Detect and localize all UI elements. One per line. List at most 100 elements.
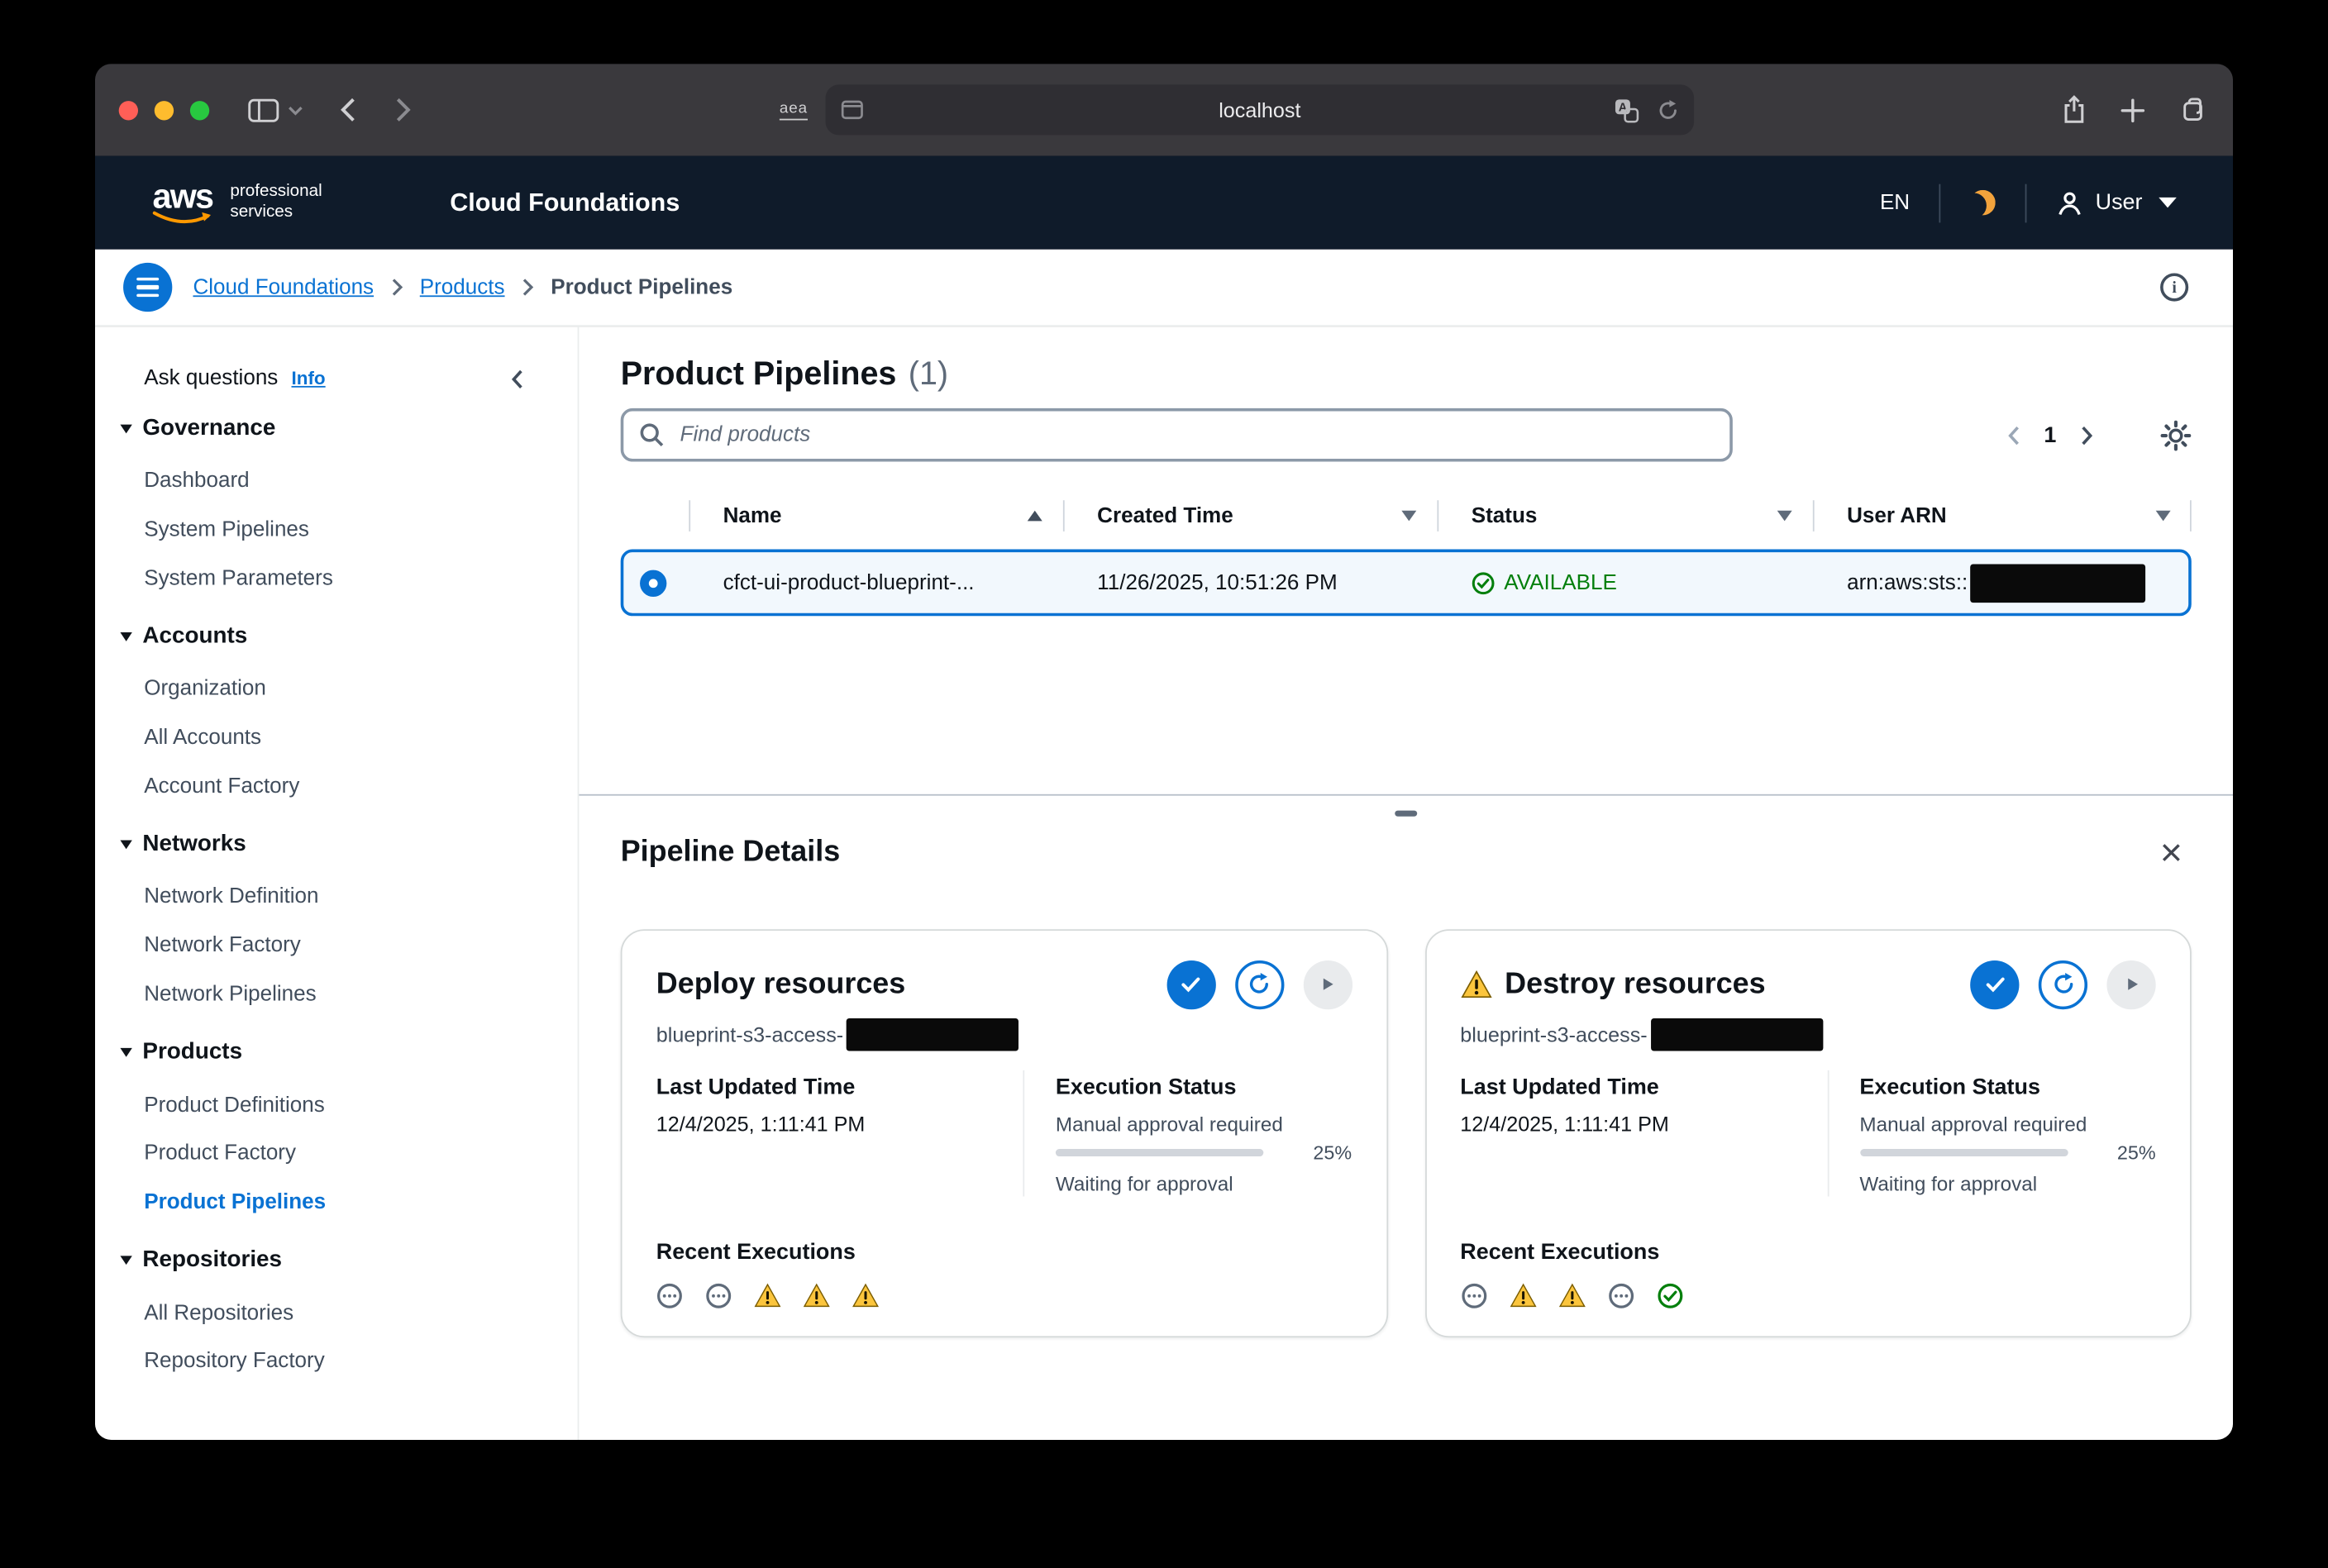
sidebar-section-header-accounts[interactable]: Accounts — [120, 608, 577, 665]
user-label: User — [2096, 190, 2143, 216]
sidebar-item-network-definition[interactable]: Network Definition — [144, 873, 577, 922]
next-page-button[interactable] — [2080, 424, 2095, 446]
previous-page-button[interactable] — [2006, 424, 2020, 446]
chevron-right-icon — [521, 278, 534, 297]
sidebar-item-repository-factory[interactable]: Repository Factory — [144, 1337, 577, 1386]
triangle-down-icon — [120, 841, 131, 850]
execution-status-label: Execution Status — [1859, 1070, 2155, 1103]
table-header-status[interactable]: Status — [1437, 490, 1812, 542]
dark-mode-toggle-moon-icon[interactable] — [1971, 190, 1996, 216]
sidebar-item-account-factory[interactable]: Account Factory — [144, 762, 577, 811]
play-icon — [1317, 974, 1338, 994]
sidebar-item-network-pipelines[interactable]: Network Pipelines — [144, 970, 577, 1019]
execution-status-value: Manual approval required — [1056, 1110, 1352, 1137]
aws-logo[interactable]: aws — [151, 180, 213, 225]
info-icon: i — [2160, 273, 2188, 301]
header-divider — [2025, 183, 2027, 222]
close-window-button[interactable] — [119, 100, 138, 119]
sidebar-chevron-down-icon[interactable] — [288, 105, 303, 116]
table-header-created-time[interactable]: Created Time — [1063, 490, 1438, 542]
reload-icon[interactable] — [1657, 98, 1679, 121]
recent-executions-icons[interactable] — [1460, 1283, 2155, 1309]
sidebar-item-product-factory[interactable]: Product Factory — [144, 1129, 577, 1178]
warning-icon — [1558, 1283, 1585, 1309]
run-button[interactable] — [1303, 960, 1352, 1008]
split-drag-handle[interactable] — [1395, 811, 1417, 816]
page-info-button[interactable]: i — [2160, 273, 2188, 301]
refresh-button[interactable] — [2039, 960, 2087, 1008]
address-bar[interactable]: localhost A — [826, 84, 1695, 135]
pipeline-card-deploy: Deploy resources — [621, 929, 1388, 1337]
breadcrumb-link-cloud-foundations[interactable]: Cloud Foundations — [193, 275, 374, 299]
info-link[interactable]: Info — [292, 368, 326, 388]
breadcrumb-bar: Cloud Foundations Products Product Pipel… — [95, 250, 2233, 326]
pipeline-name-prefix: blueprint-s3-access- — [1460, 1022, 1647, 1046]
breadcrumb-current: Product Pipelines — [551, 275, 732, 299]
sidebar-section-header-repositories[interactable]: Repositories — [120, 1232, 577, 1289]
ellipsis-icon — [1607, 1283, 1634, 1309]
progress-percent: 25% — [1313, 1141, 1352, 1163]
pipeline-name-prefix: blueprint-s3-access- — [656, 1022, 843, 1046]
language-selector[interactable]: EN — [1880, 191, 1910, 215]
menu-button[interactable] — [123, 263, 172, 312]
approve-button[interactable] — [1166, 960, 1215, 1008]
ellipsis-icon — [656, 1283, 683, 1309]
sidebar-item-network-factory[interactable]: Network Factory — [144, 922, 577, 970]
translate-icon[interactable]: A — [1614, 98, 1639, 123]
close-details-icon[interactable]: × — [2160, 836, 2182, 869]
recent-executions-label: Recent Executions — [656, 1235, 1352, 1268]
last-updated-value: 12/4/2025, 1:11:41 PM — [1460, 1109, 1827, 1139]
table-settings-button[interactable] — [2160, 419, 2192, 450]
table-header-name[interactable]: Name — [689, 490, 1063, 542]
redaction-box — [1650, 1018, 1822, 1051]
sidebar-section-header-governance[interactable]: Governance — [120, 401, 577, 457]
success-icon — [1656, 1283, 1682, 1309]
sidebar-item-dashboard[interactable]: Dashboard — [144, 457, 577, 506]
search-input[interactable] — [621, 408, 1733, 462]
aws-logo-text: aws — [153, 180, 213, 210]
sidebar-section-accounts: Accounts Organization All Accounts Accou… — [144, 608, 577, 810]
header-divider — [1939, 183, 1941, 222]
triangle-down-icon — [120, 632, 131, 641]
sidebar-collapse-icon[interactable] — [509, 367, 524, 389]
extension-badge[interactable]: aea — [780, 99, 808, 120]
warning-icon — [804, 1283, 830, 1309]
page-number[interactable]: 1 — [2044, 422, 2056, 448]
tab-overview-icon[interactable] — [2178, 96, 2206, 124]
approve-button[interactable] — [1970, 960, 2019, 1008]
table-row[interactable]: cfct-ui-product-blueprint-... 11/26/2025… — [621, 549, 2192, 616]
sidebar-item-product-pipelines[interactable]: Product Pipelines — [144, 1178, 577, 1227]
table-header-user-arn[interactable]: User ARN — [1813, 490, 2192, 542]
sidebar-item-all-repositories[interactable]: All Repositories — [144, 1289, 577, 1337]
run-button[interactable] — [2106, 960, 2155, 1008]
progress-note: Waiting for approval — [1859, 1170, 2155, 1196]
row-radio-selected[interactable] — [640, 570, 666, 596]
forward-button[interactable] — [395, 97, 413, 123]
sidebar-toggle-icon[interactable] — [248, 98, 279, 123]
user-menu[interactable]: User — [2057, 189, 2177, 216]
back-button[interactable] — [338, 97, 356, 123]
sidebar-item-system-pipelines[interactable]: System Pipelines — [144, 506, 577, 555]
sidebar-section-header-products[interactable]: Products — [120, 1025, 577, 1081]
sort-ascending-icon[interactable] — [1028, 511, 1042, 522]
sidebar-item-organization[interactable]: Organization — [144, 665, 577, 714]
zoom-window-button[interactable] — [190, 100, 209, 119]
recent-executions-icons[interactable] — [656, 1283, 1352, 1309]
new-tab-icon[interactable] — [2120, 98, 2146, 123]
sidebar-item-system-parameters[interactable]: System Parameters — [144, 555, 577, 603]
redaction-box — [847, 1018, 1018, 1051]
sidebar-section-header-networks[interactable]: Networks — [120, 817, 577, 873]
url-text: localhost — [826, 98, 1695, 122]
sort-icon[interactable] — [1777, 511, 1792, 522]
sidebar-section-governance: Governance Dashboard System Pipelines Sy… — [144, 401, 577, 603]
details-title: Pipeline Details — [621, 835, 841, 869]
minimize-window-button[interactable] — [155, 100, 174, 119]
refresh-icon — [1247, 972, 1271, 996]
refresh-button[interactable] — [1234, 960, 1283, 1008]
sidebar-item-product-definitions[interactable]: Product Definitions — [144, 1081, 577, 1130]
sort-icon[interactable] — [2156, 511, 2171, 522]
sidebar-item-all-accounts[interactable]: All Accounts — [144, 713, 577, 762]
breadcrumb-link-products[interactable]: Products — [420, 275, 505, 299]
sort-icon[interactable] — [1401, 511, 1416, 522]
share-icon[interactable] — [2061, 95, 2087, 125]
